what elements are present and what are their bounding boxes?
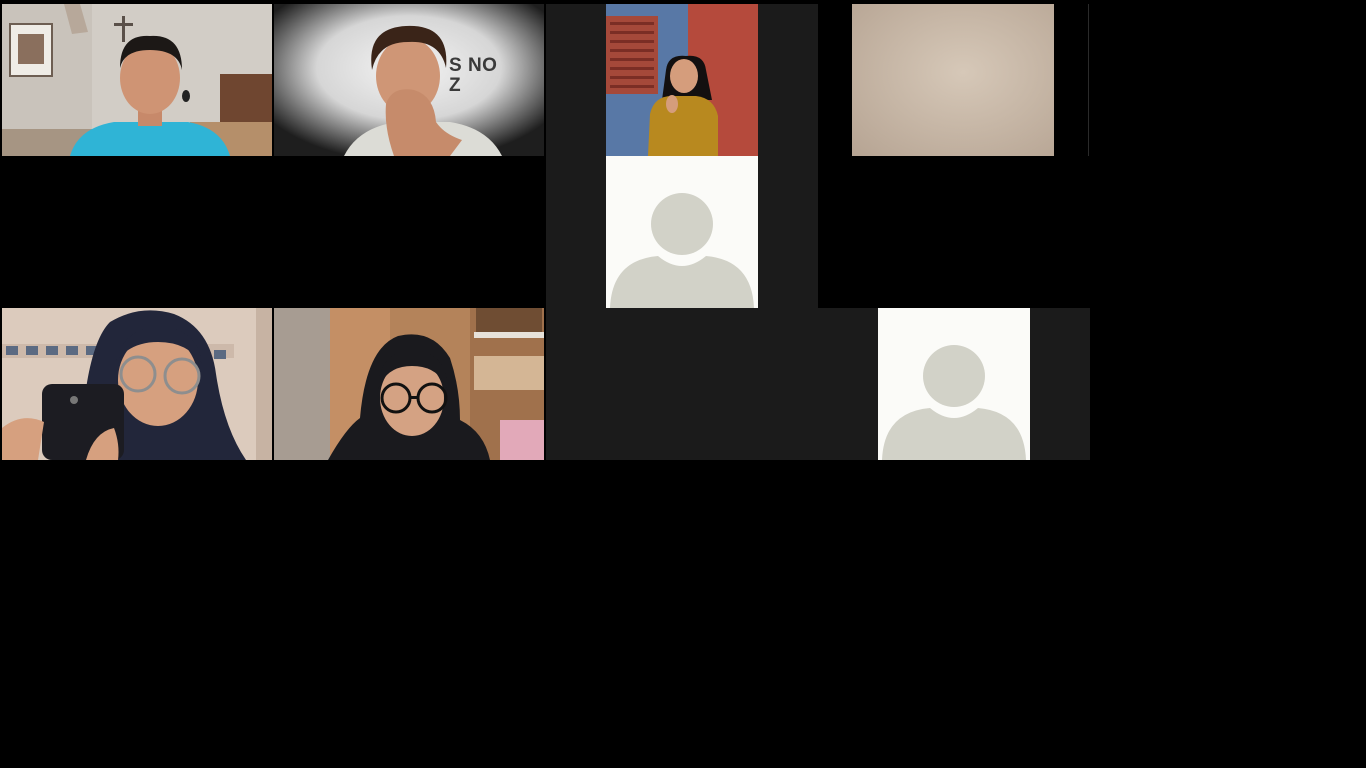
participant-video-tile[interactable] (606, 4, 758, 156)
participant-avatar-tile[interactable] (606, 156, 758, 308)
participant-video-feed (274, 4, 544, 156)
participant-avatar-tile[interactable] (878, 308, 1030, 460)
default-avatar-icon (882, 345, 1026, 460)
participant-video-feed (606, 4, 758, 156)
participant-video-tile[interactable] (2, 4, 272, 156)
participant-video-feed (2, 4, 272, 156)
tile-divider (1088, 4, 1089, 156)
default-avatar-icon (610, 193, 754, 308)
participant-video-tile[interactable] (2, 308, 272, 460)
meeting-gallery-view: S NO Z (0, 0, 1366, 768)
virtual-background-text: S NO Z (449, 55, 498, 96)
participant-video-tile[interactable]: S NO Z (274, 4, 544, 156)
participant-video-feed (2, 308, 272, 460)
participant-video-tile[interactable] (274, 308, 544, 460)
participant-video-feed (852, 4, 1054, 156)
participant-video-tile[interactable] (852, 4, 1054, 156)
participant-video-feed (274, 308, 544, 460)
